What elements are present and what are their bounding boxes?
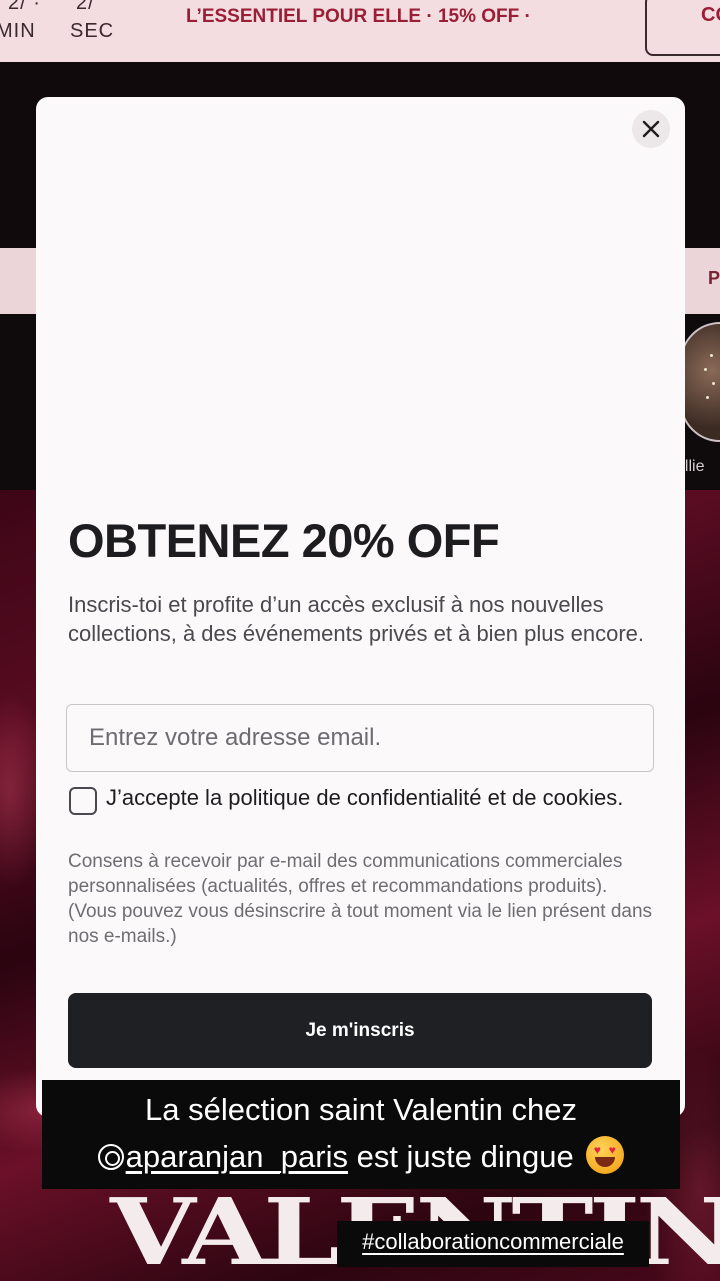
story-sparkle [706, 396, 709, 399]
countdown-minutes-value: 2/ · [8, 0, 41, 14]
story-sparkle [710, 354, 713, 357]
promo-cta-button[interactable]: CO [645, 0, 720, 56]
promo-text[interactable]: L’ESSENTIEL POUR ELLE · 15% OFF · [186, 6, 531, 28]
threads-mention-icon [97, 1144, 124, 1170]
subscribe-button[interactable]: Je m'inscris [68, 993, 652, 1068]
heart-eyes-emoji-icon: ♥ ♥ [586, 1136, 625, 1174]
page: 2/ · 2/ MIN SEC L’ESSENTIEL POUR ELLE · … [0, 0, 720, 1281]
modal-description: Inscris-toi et profite d’un accès exclus… [68, 592, 644, 646]
story-thumbnail[interactable] [680, 322, 720, 442]
privacy-checkbox-label[interactable]: J’accepte la politique de confidentialit… [106, 783, 666, 812]
caption-line-2: aparanjan_paris est juste dingue ♥ ♥ [42, 1136, 680, 1175]
countdown-min-label: MIN [0, 20, 36, 42]
mention-handle: aparanjan_paris [125, 1139, 348, 1174]
story-caption: La sélection saint Valentin chez aparanj… [42, 1080, 680, 1189]
close-icon [642, 120, 660, 138]
promo-bar: 2/ · 2/ MIN SEC L’ESSENTIEL POUR ELLE · … [0, 0, 720, 62]
promo-cta-label: CO [701, 4, 720, 26]
mention-link[interactable]: aparanjan_paris [97, 1139, 348, 1174]
modal-title: OBTENEZ 20% OFF [68, 514, 500, 567]
nav-item-partial[interactable]: P [708, 268, 720, 289]
email-input[interactable] [66, 704, 654, 772]
consent-disclaimer: Consens à recevoir par e-mail des commun… [68, 851, 653, 947]
hashtag-sticker: #collaborationcommerciale [337, 1221, 649, 1267]
story-sparkle [704, 368, 707, 371]
privacy-checkbox[interactable] [69, 787, 97, 815]
countdown-seconds-value: 2/ [76, 0, 95, 14]
close-button[interactable] [632, 110, 670, 148]
newsletter-modal: OBTENEZ 20% OFF Inscris-toi et profite d… [36, 97, 685, 1117]
countdown-sec-label: SEC [70, 20, 115, 42]
story-sparkle [712, 382, 715, 385]
caption-line-1: La sélection saint Valentin chez [145, 1092, 577, 1127]
caption-rest: est juste dingue [347, 1139, 574, 1174]
hashtag-link[interactable]: #collaborationcommerciale [337, 1229, 649, 1255]
